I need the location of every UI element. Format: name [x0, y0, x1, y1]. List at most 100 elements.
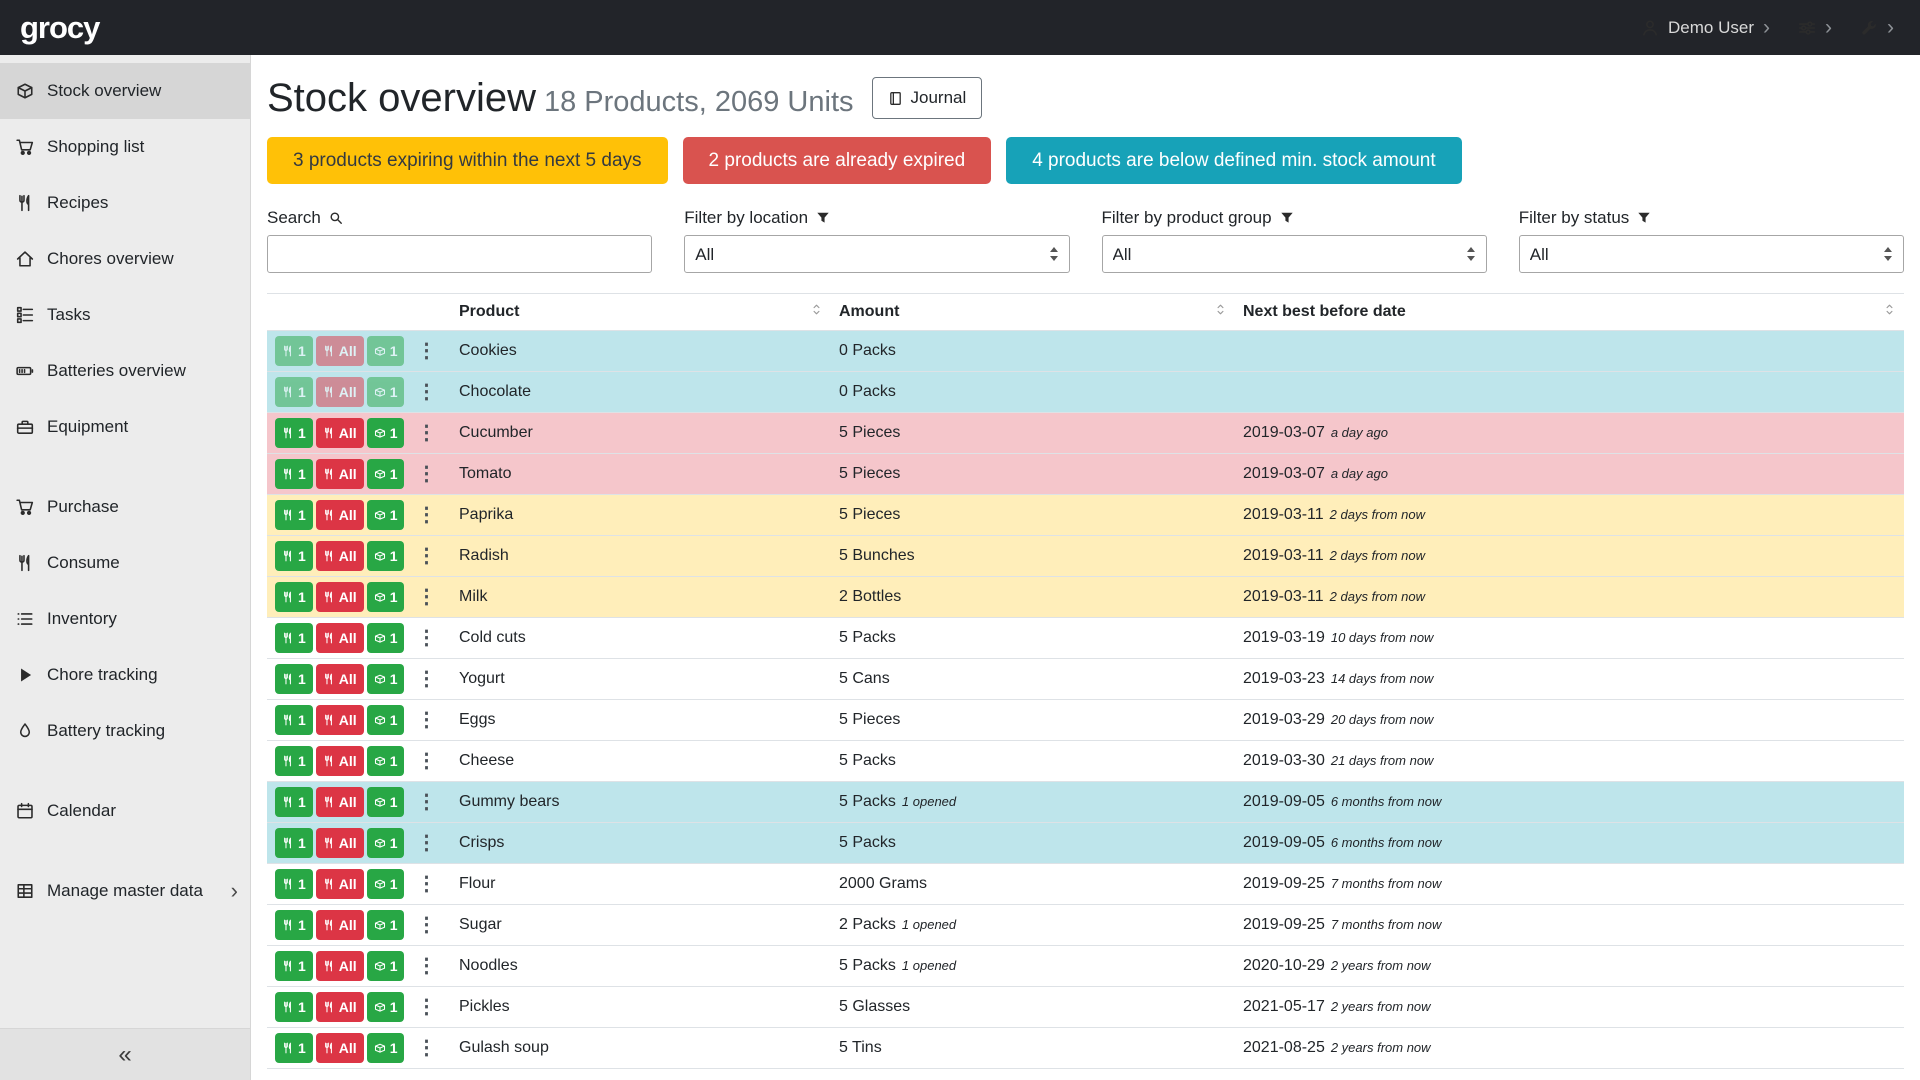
consume-all-button[interactable]: All — [316, 746, 364, 776]
consume-all-button[interactable]: All — [316, 459, 364, 489]
consume-one-button[interactable]: 1 — [275, 787, 313, 817]
product-group-select[interactable]: All — [1102, 235, 1487, 273]
open-one-button[interactable]: 1 — [367, 336, 405, 366]
expired-alert[interactable]: 2 products are already expired — [683, 137, 992, 184]
row-menu-button[interactable]: ⋮ — [416, 956, 436, 976]
sidebar-item-calendar[interactable]: Calendar — [0, 783, 250, 839]
consume-one-button[interactable]: 1 — [275, 377, 313, 407]
sidebar-item-stock-overview[interactable]: Stock overview — [0, 63, 250, 119]
consume-one-button[interactable]: 1 — [275, 336, 313, 366]
row-menu-button[interactable]: ⋮ — [416, 1038, 436, 1058]
consume-all-button[interactable]: All — [316, 787, 364, 817]
sort-icon[interactable] — [1883, 303, 1896, 321]
consume-one-button[interactable]: 1 — [275, 1033, 313, 1063]
consume-one-button[interactable]: 1 — [275, 623, 313, 653]
row-menu-button[interactable]: ⋮ — [416, 546, 436, 566]
consume-all-button[interactable]: All — [316, 869, 364, 899]
open-one-button[interactable]: 1 — [367, 705, 405, 735]
consume-one-button[interactable]: 1 — [275, 746, 313, 776]
open-one-button[interactable]: 1 — [367, 459, 405, 489]
sidebar-item-manage-master-data[interactable]: Manage master data› — [0, 863, 250, 919]
sidebar-item-inventory[interactable]: Inventory — [0, 591, 250, 647]
sidebar-item-consume[interactable]: Consume — [0, 535, 250, 591]
open-one-button[interactable]: 1 — [367, 787, 405, 817]
row-menu-button[interactable]: ⋮ — [416, 833, 436, 853]
open-one-button[interactable]: 1 — [367, 746, 405, 776]
row-menu-button[interactable]: ⋮ — [416, 751, 436, 771]
open-one-button[interactable]: 1 — [367, 910, 405, 940]
open-one-button[interactable]: 1 — [367, 664, 405, 694]
app-logo[interactable]: grocy — [20, 10, 99, 46]
sidebar-collapse-button[interactable]: « — [0, 1028, 250, 1080]
row-menu-button[interactable]: ⋮ — [416, 505, 436, 525]
consume-one-button[interactable]: 1 — [275, 418, 313, 448]
row-menu-button[interactable]: ⋮ — [416, 382, 436, 402]
col-date[interactable]: Next best before date — [1235, 294, 1904, 331]
open-one-button[interactable]: 1 — [367, 951, 405, 981]
consume-one-button[interactable]: 1 — [275, 992, 313, 1022]
settings-menu[interactable]: › — [1798, 17, 1832, 38]
open-one-button[interactable]: 1 — [367, 418, 405, 448]
consume-one-button[interactable]: 1 — [275, 459, 313, 489]
consume-all-button[interactable]: All — [316, 828, 364, 858]
consume-all-button[interactable]: All — [316, 705, 364, 735]
sidebar-item-shopping-list[interactable]: Shopping list — [0, 119, 250, 175]
consume-all-button[interactable]: All — [316, 418, 364, 448]
consume-all-button[interactable]: All — [316, 582, 364, 612]
consume-one-button[interactable]: 1 — [275, 828, 313, 858]
consume-all-button[interactable]: All — [316, 664, 364, 694]
sidebar-item-battery-tracking[interactable]: Battery tracking — [0, 703, 250, 759]
open-one-button[interactable]: 1 — [367, 869, 405, 899]
status-select[interactable]: All — [1519, 235, 1904, 273]
consume-one-button[interactable]: 1 — [275, 705, 313, 735]
consume-one-button[interactable]: 1 — [275, 910, 313, 940]
col-amount[interactable]: Amount — [831, 294, 1235, 331]
consume-all-button[interactable]: All — [316, 500, 364, 530]
col-product[interactable]: Product — [451, 294, 831, 331]
open-one-button[interactable]: 1 — [367, 1033, 405, 1063]
consume-one-button[interactable]: 1 — [275, 869, 313, 899]
sidebar-item-equipment[interactable]: Equipment — [0, 399, 250, 455]
row-menu-button[interactable]: ⋮ — [416, 997, 436, 1017]
sidebar-item-purchase[interactable]: Purchase — [0, 479, 250, 535]
row-menu-button[interactable]: ⋮ — [416, 464, 436, 484]
sidebar-item-chore-tracking[interactable]: Chore tracking — [0, 647, 250, 703]
location-select[interactable]: All — [684, 235, 1069, 273]
open-one-button[interactable]: 1 — [367, 828, 405, 858]
consume-one-button[interactable]: 1 — [275, 582, 313, 612]
consume-all-button[interactable]: All — [316, 377, 364, 407]
row-menu-button[interactable]: ⋮ — [416, 915, 436, 935]
row-menu-button[interactable]: ⋮ — [416, 587, 436, 607]
consume-one-button[interactable]: 1 — [275, 664, 313, 694]
sort-icon[interactable] — [810, 303, 823, 321]
row-menu-button[interactable]: ⋮ — [416, 710, 436, 730]
open-one-button[interactable]: 1 — [367, 623, 405, 653]
open-one-button[interactable]: 1 — [367, 500, 405, 530]
journal-button[interactable]: Journal — [872, 77, 983, 119]
consume-all-button[interactable]: All — [316, 910, 364, 940]
expiring-alert[interactable]: 3 products expiring within the next 5 da… — [267, 137, 668, 184]
row-menu-button[interactable]: ⋮ — [416, 423, 436, 443]
sidebar-item-recipes[interactable]: Recipes — [0, 175, 250, 231]
consume-one-button[interactable]: 1 — [275, 500, 313, 530]
consume-all-button[interactable]: All — [316, 541, 364, 571]
consume-all-button[interactable]: All — [316, 336, 364, 366]
sidebar-item-chores-overview[interactable]: Chores overview — [0, 231, 250, 287]
open-one-button[interactable]: 1 — [367, 541, 405, 571]
consume-all-button[interactable]: All — [316, 1033, 364, 1063]
open-one-button[interactable]: 1 — [367, 377, 405, 407]
sidebar-item-batteries-overview[interactable]: Batteries overview — [0, 343, 250, 399]
admin-menu[interactable]: › — [1860, 17, 1894, 38]
row-menu-button[interactable]: ⋮ — [416, 669, 436, 689]
row-menu-button[interactable]: ⋮ — [416, 874, 436, 894]
consume-all-button[interactable]: All — [316, 992, 364, 1022]
consume-one-button[interactable]: 1 — [275, 541, 313, 571]
sidebar-item-tasks[interactable]: Tasks — [0, 287, 250, 343]
consume-all-button[interactable]: All — [316, 951, 364, 981]
consume-all-button[interactable]: All — [316, 623, 364, 653]
row-menu-button[interactable]: ⋮ — [416, 341, 436, 361]
open-one-button[interactable]: 1 — [367, 992, 405, 1022]
search-input[interactable] — [267, 235, 652, 273]
consume-one-button[interactable]: 1 — [275, 951, 313, 981]
below-min-stock-alert[interactable]: 4 products are below defined min. stock … — [1006, 137, 1461, 184]
